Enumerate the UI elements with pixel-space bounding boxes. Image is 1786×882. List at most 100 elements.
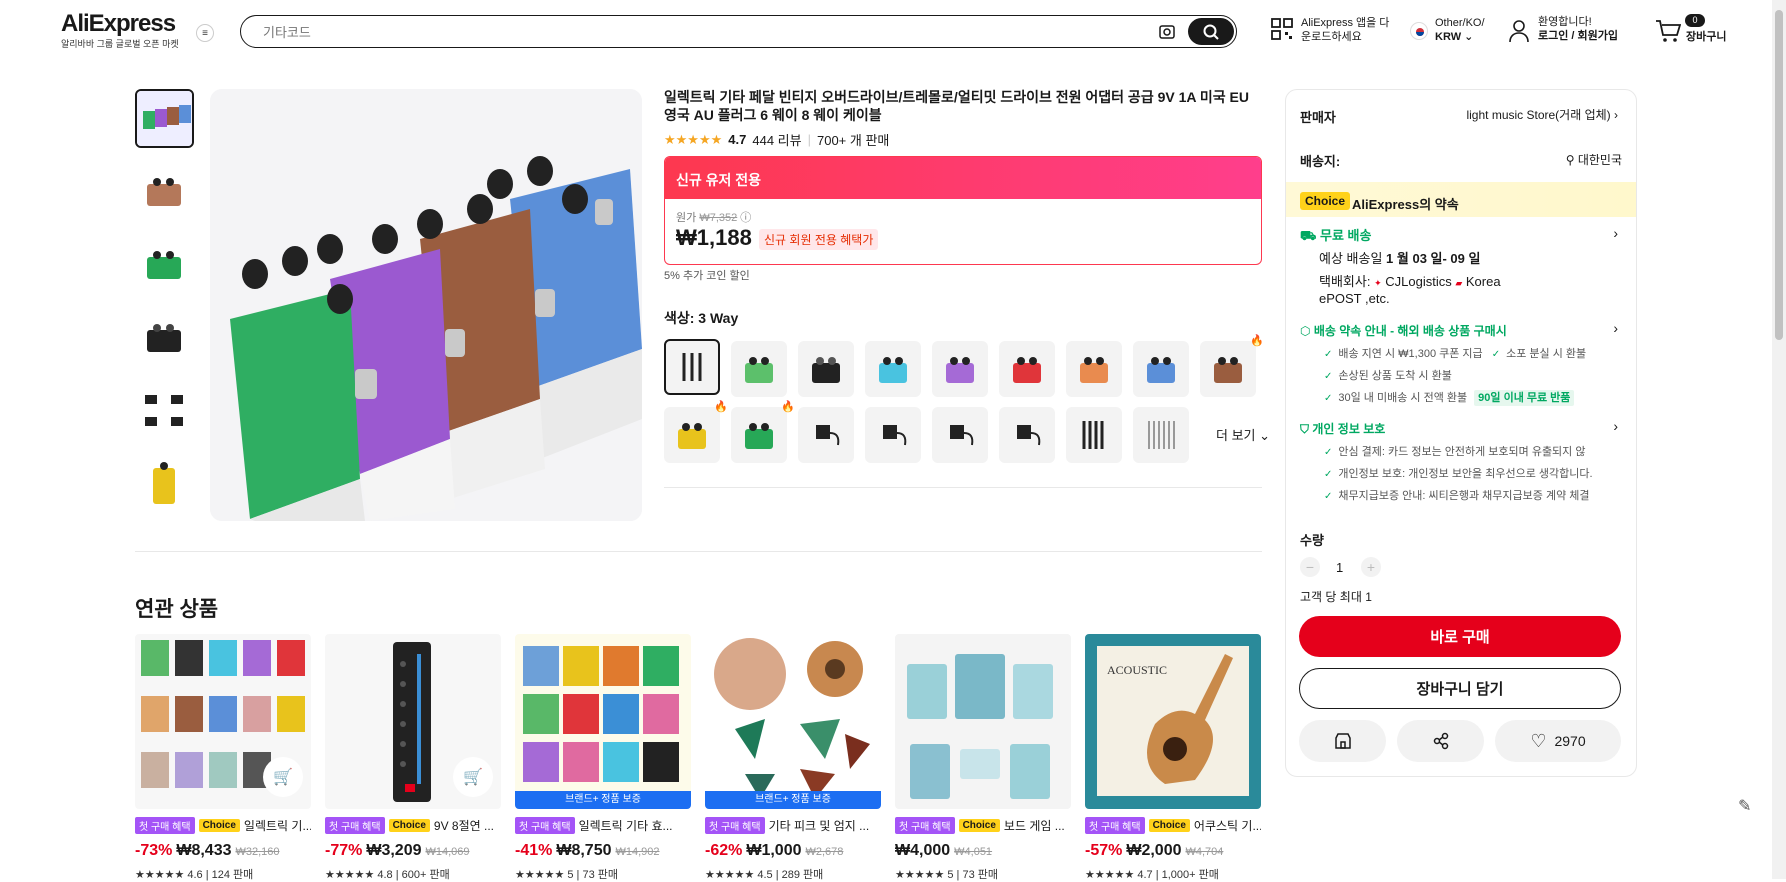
cart-icon[interactable] [1655, 19, 1682, 48]
brand-guarantee-bar: 브랜드+ 정품 보증 [515, 791, 691, 809]
korea-flag-icon [1410, 22, 1428, 40]
sale-price: ₩1,000 [746, 842, 802, 859]
swatch-blue[interactable] [1133, 341, 1189, 397]
p1-text: 안심 결제: 카드 정보는 안전하게 보호되며 유출되지 않 [1338, 446, 1586, 458]
add-to-cart-button[interactable]: 장바구니 담기 [1299, 668, 1621, 709]
review-count[interactable]: 444 리뷰 [752, 130, 801, 149]
free-shipping-row[interactable]: ⛟ 무료 배송 [1300, 225, 1371, 246]
product-image[interactable] [895, 634, 1071, 809]
swatch-adapter-eu[interactable] [865, 407, 921, 463]
add-to-cart-icon[interactable]: 🛒 [263, 757, 303, 797]
login-link[interactable]: 환영합니다! 로그인 / 회원가입 [1538, 15, 1618, 43]
delivery-guarantee-title: 배송 약속 안내 - 해외 배송 상품 구매시 [1313, 324, 1507, 338]
page-scrollbar[interactable] [1772, 0, 1786, 879]
menu-icon[interactable]: ≡ [196, 24, 214, 42]
search-button[interactable] [1188, 18, 1234, 45]
chevron-right-icon[interactable]: › [1613, 225, 1618, 241]
product-card[interactable]: 브랜드+ 정품 보증 첫 구매 혜택 일렉트릭 기타 효... -41% ₩8,75… [515, 634, 691, 882]
product-card[interactable]: ACOUSTIC 첫 구매 혜택 Choice 어쿠스틱 기... -57% ₩2,0… [1085, 634, 1261, 882]
store-button[interactable] [1299, 720, 1386, 762]
swatch-green-2[interactable] [731, 407, 787, 463]
location-pin-icon: ⚲ [1565, 153, 1575, 167]
app-download-line1: AliExpress 앱을 다 [1301, 17, 1390, 29]
buy-now-button[interactable]: 바로 구매 [1299, 616, 1621, 657]
swatch-adapter-au[interactable] [999, 407, 1055, 463]
product-image[interactable]: 브랜드+ 정품 보증 [705, 634, 881, 809]
user-icon[interactable] [1508, 19, 1530, 48]
swatch-6way[interactable] [1066, 407, 1122, 463]
cart-label[interactable]: 장바구니 [1686, 30, 1726, 44]
search-input[interactable] [263, 22, 1063, 42]
product-card[interactable]: 🛒 첫 구매 혜택 Choice 9V 8절연 ... -77% ₩3,209 ₩14,… [325, 634, 501, 882]
add-to-cart-icon[interactable]: 🛒 [453, 757, 493, 797]
chevron-right-icon[interactable]: › [1613, 320, 1618, 336]
box-icon: ⬡ [1300, 324, 1311, 338]
choice-tag: Choice [388, 819, 430, 832]
swatch-brown[interactable] [1200, 341, 1256, 397]
product-card[interactable]: 🛒 첫 구매 혜택 Choice 일렉트릭 기... -73% ₩8,433 ₩32,1… [135, 634, 311, 882]
more-colors-button[interactable]: 더 보기 ⌄ [1216, 425, 1270, 444]
quantity-decrement-button[interactable]: − [1300, 557, 1320, 577]
swatch-8way[interactable] [1133, 407, 1189, 463]
product-card[interactable]: 브랜드+ 정품 보증 첫 구매 혜택 기타 피크 및 엄지 ... -62% ₩1,… [705, 634, 881, 882]
thumbnail-2[interactable] [135, 162, 194, 221]
product-image[interactable]: ACOUSTIC [1085, 634, 1261, 809]
chevron-right-icon[interactable]: › [1613, 418, 1618, 434]
swatch-yellow[interactable] [664, 407, 720, 463]
ship-to-country: 대한민국 [1577, 153, 1622, 167]
swatch-orange[interactable] [1066, 341, 1122, 397]
quantity-value[interactable]: 1 [1336, 560, 1343, 575]
delivery-guarantee-row[interactable]: ⬡ 배송 약속 안내 - 해외 배송 상품 구매시 [1300, 322, 1507, 339]
swatch-green[interactable] [731, 341, 787, 397]
swatch-black[interactable] [798, 341, 854, 397]
eta-dates: 1 월 03 일- 09 일 [1386, 251, 1481, 266]
aliexpress-logo[interactable]: AliExpress [61, 10, 176, 38]
rating-sold: 5 | 73 판매 [947, 869, 998, 881]
thumbnail-3[interactable] [135, 235, 194, 294]
courier-label: 택배회사: [1319, 274, 1371, 289]
first-purchase-tag: 첫 구매 혜택 [705, 817, 765, 834]
choice-tag: Choice [198, 819, 240, 832]
ship-to-selector[interactable]: ⚲ 대한민국 [1566, 151, 1622, 168]
free-shipping-label: 무료 배송 [1319, 228, 1372, 243]
swatch-red[interactable] [999, 341, 1055, 397]
swatch-adapter-us[interactable] [798, 407, 854, 463]
discount-percent: -73% [135, 842, 173, 859]
courier-1: CJLogistics [1385, 274, 1452, 289]
product-image[interactable]: 브랜드+ 정품 보증 [515, 634, 691, 809]
rating-sold: 4.7 | 1,000+ 판매 [1137, 869, 1219, 881]
swatch-purple[interactable] [932, 341, 988, 397]
product-image[interactable]: 🛒 [325, 634, 501, 809]
swatch-adapter-uk[interactable] [932, 407, 988, 463]
thumbnail-4[interactable] [135, 308, 194, 367]
product-name: 일렉트릭 기... [243, 819, 311, 833]
qr-code-icon[interactable] [1270, 17, 1294, 41]
thumbnail-5[interactable] [135, 381, 194, 440]
edit-pencil-icon[interactable]: ✎ [1738, 796, 1751, 816]
wishlist-button[interactable]: ♡ 2970 [1495, 720, 1621, 762]
privacy-row[interactable]: ⛉ 개인 정보 보호 [1300, 420, 1385, 437]
main-product-image[interactable] [210, 89, 642, 521]
product-card[interactable]: 첫 구매 혜택 Choice 보드 게임 ... ₩4,000 ₩4,051 ★★★★… [895, 634, 1071, 882]
hot-flame-icon: 🔥 [714, 401, 728, 413]
seller-label: 판매자 [1300, 110, 1336, 125]
thumbnail-1[interactable] [135, 89, 194, 148]
check-icon: ✓ [1491, 349, 1501, 360]
g2-text: 소포 분실 시 환불 [1506, 348, 1587, 360]
scrollbar-thumb[interactable] [1775, 10, 1783, 340]
share-button[interactable] [1397, 720, 1484, 762]
info-icon[interactable]: ⓘ [740, 212, 751, 224]
swatch-cyan[interactable] [865, 341, 921, 397]
app-download-link[interactable]: AliExpress 앱을 다 운로드하세요 [1301, 16, 1389, 44]
star-rating-icon: ★★★★★ [1085, 869, 1135, 881]
privacy-line-3: ✓ 채무지급보증 안내: 씨티은행과 채무지급보증 계약 체결 [1324, 487, 1590, 503]
locale-line1: Other/KO/ [1435, 17, 1485, 29]
product-image[interactable]: 🛒 [135, 634, 311, 809]
swatch-3way[interactable] [664, 339, 720, 395]
camera-search-icon[interactable] [1156, 21, 1178, 43]
seller-store-link[interactable]: light music Store(거래 업체) › [1466, 106, 1618, 123]
quantity-increment-button[interactable]: + [1361, 557, 1381, 577]
search-icon [1203, 24, 1219, 40]
thumbnail-6[interactable] [135, 454, 194, 513]
locale-selector[interactable]: Other/KO/ KRW ⌄ [1435, 16, 1485, 44]
